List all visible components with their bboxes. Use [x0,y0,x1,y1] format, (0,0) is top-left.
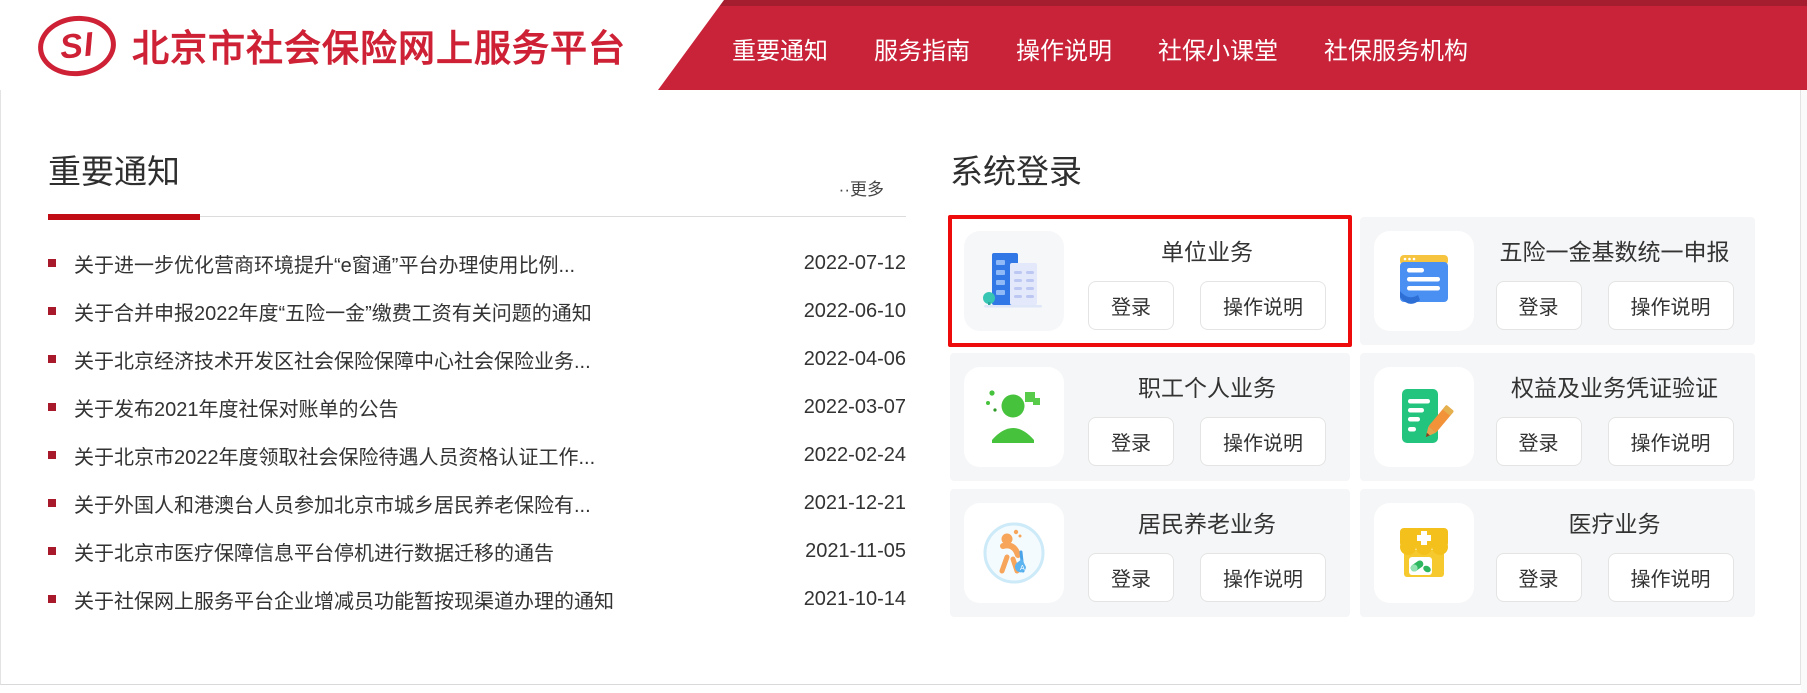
operation-manual-button[interactable]: 操作说明 [1608,417,1734,466]
login-section: 系统登录 单位业务登录操作说明 五险一金基数统一申报登录操作说明 职工个人业务登… [950,140,1755,617]
notices-title-underline [48,214,200,220]
login-button[interactable]: 登录 [1496,553,1582,602]
notice-text[interactable]: 关于北京经济技术开发区社会保险保障中心社会保险业务... [74,345,776,374]
person-icon [964,367,1064,467]
more-link[interactable]: ··更多 [839,175,884,200]
card-title: 单位业务 [1161,233,1253,267]
operation-manual-button[interactable]: 操作说明 [1200,417,1326,466]
login-button[interactable]: 登录 [1088,417,1174,466]
card-title: 权益及业务凭证验证 [1511,369,1718,403]
notice-date: 2022-03-07 [776,396,906,419]
card-buttons: 登录操作说明 [1088,417,1326,466]
login-cards: 单位业务登录操作说明 五险一金基数统一申报登录操作说明 职工个人业务登录操作说明… [950,217,1755,617]
card-title: 医疗业务 [1569,505,1661,539]
notices-section: 重要通知 ··更多 关于进一步优化营商环境提升“e窗通”平台办理使用比例...2… [48,140,906,623]
card-body: 职工个人业务登录操作说明 [1064,369,1350,466]
notices-title: 重要通知 [48,140,906,193]
card-buttons: 登录操作说明 [1088,281,1326,330]
notice-text[interactable]: 关于发布2021年度社保对账单的公告 [74,393,776,422]
login-card-medical-business: 医疗业务登录操作说明 [1360,489,1755,617]
login-button[interactable]: 登录 [1088,281,1174,330]
login-section-header: 系统登录 [950,140,1755,217]
card-buttons: 登录操作说明 [1088,553,1326,602]
notice-date: 2022-02-24 [776,444,906,467]
notices-section-header: 重要通知 ··更多 [48,140,906,217]
nav-item-important-notices[interactable]: 重要通知 [732,31,828,66]
login-card-employee-personal-business: 职工个人业务登录操作说明 [950,353,1350,481]
document-pencil-icon [1374,367,1474,467]
card-buttons: 登录操作说明 [1496,553,1734,602]
pharmacy-icon [1374,503,1474,603]
scrollbar[interactable] [1801,90,1807,693]
scroll-document-icon [1374,231,1474,331]
card-body: 单位业务登录操作说明 [1064,233,1350,330]
buildings-icon [964,231,1064,331]
login-button[interactable]: 登录 [1088,553,1174,602]
notice-item[interactable]: 关于发布2021年度社保对账单的公告2022-03-07 [48,383,906,431]
card-body: 医疗业务登录操作说明 [1474,505,1755,602]
operation-manual-button[interactable]: 操作说明 [1200,281,1326,330]
notice-date: 2022-07-12 [776,252,906,275]
nav-item-service-guide[interactable]: 服务指南 [874,31,970,66]
notice-text[interactable]: 关于北京市医疗保障信息平台停机进行数据迁移的通告 [74,537,776,566]
bullet-icon [48,403,56,411]
login-card-five-insurance-base-declaration: 五险一金基数统一申报登录操作说明 [1360,217,1755,345]
notice-date: 2021-12-21 [776,492,906,515]
operation-manual-button[interactable]: 操作说明 [1608,281,1734,330]
main-nav: 重要通知 服务指南 操作说明 社保小课堂 社保服务机构 [732,6,1468,90]
notice-text[interactable]: 关于进一步优化营商环境提升“e窗通”平台办理使用比例... [74,249,776,278]
nav-item-operation-instructions[interactable]: 操作说明 [1016,31,1112,66]
bullet-icon [48,355,56,363]
notice-item[interactable]: 关于北京市2022年度领取社会保险待遇人员资格认证工作...2022-02-24 [48,431,906,479]
logo-area: SI 北京市社会保险网上服务平台 [0,0,730,90]
notice-text[interactable]: 关于外国人和港澳台人员参加北京市城乡居民养老保险有... [74,489,776,518]
svg-text:A: A [1020,565,1025,572]
notice-text[interactable]: 关于北京市2022年度领取社会保险待遇人员资格认证工作... [74,441,776,470]
notice-text[interactable]: 关于社保网上服务平台企业增减员功能暂按现渠道办理的通知 [74,585,776,614]
card-body: 权益及业务凭证验证登录操作说明 [1474,369,1755,466]
login-button[interactable]: 登录 [1496,417,1582,466]
bullet-icon [48,547,56,555]
bullet-icon [48,451,56,459]
header: 重要通知 服务指南 操作说明 社保小课堂 社保服务机构 SI 北京市社会保险网上服务平台 [0,0,1807,90]
bullet-icon [48,499,56,507]
bullet-icon [48,259,56,267]
login-card-unit-business: 单位业务登录操作说明 [950,217,1350,345]
notice-item[interactable]: 关于进一步优化营商环境提升“e窗通”平台办理使用比例...2022-07-12 [48,239,906,287]
elder-person-icon: A [964,503,1064,603]
notice-date: 2022-04-06 [776,348,906,371]
card-title: 职工个人业务 [1138,369,1276,403]
notice-item[interactable]: 关于合并申报2022年度“五险一金”缴费工资有关问题的通知2022-06-10 [48,287,906,335]
site-title: 北京市社会保险网上服务平台 [132,0,626,90]
operation-manual-button[interactable]: 操作说明 [1608,553,1734,602]
notice-item[interactable]: 关于北京市医疗保障信息平台停机进行数据迁移的通告2021-11-05 [48,527,906,575]
notice-item[interactable]: 关于北京经济技术开发区社会保险保障中心社会保险业务...2022-04-06 [48,335,906,383]
login-card-certificate-verification: 权益及业务凭证验证登录操作说明 [1360,353,1755,481]
notice-item[interactable]: 关于外国人和港澳台人员参加北京市城乡居民养老保险有...2021-12-21 [48,479,906,527]
notice-date: 2022-06-10 [776,300,906,323]
nav-item-social-security-classroom[interactable]: 社保小课堂 [1158,31,1278,66]
operation-manual-button[interactable]: 操作说明 [1200,553,1326,602]
login-card-resident-pension-business: A 居民养老业务登录操作说明 [950,489,1350,617]
notice-item[interactable]: 关于社保网上服务平台企业增减员功能暂按现渠道办理的通知2021-10-14 [48,575,906,623]
notice-text[interactable]: 关于合并申报2022年度“五险一金”缴费工资有关问题的通知 [74,297,776,326]
bullet-icon [48,307,56,315]
card-title: 居民养老业务 [1138,505,1276,539]
card-title: 五险一金基数统一申报 [1500,233,1730,267]
notice-date: 2021-10-14 [776,588,906,611]
notice-list: 关于进一步优化营商环境提升“e窗通”平台办理使用比例...2022-07-12关… [48,239,906,623]
card-buttons: 登录操作说明 [1496,281,1734,330]
page: 重要通知服务指南操作说明社保小课堂社保服务机构 SI 北京市社会保险网上服务平台… [0,0,1807,693]
site-logo-text: SI [58,25,96,67]
card-body: 五险一金基数统一申报登录操作说明 [1474,233,1755,330]
card-buttons: 登录操作说明 [1496,417,1734,466]
login-title: 系统登录 [950,140,1755,193]
card-body: 居民养老业务登录操作说明 [1064,505,1350,602]
login-button[interactable]: 登录 [1496,281,1582,330]
notice-date: 2021-11-05 [776,540,906,563]
nav-item-service-agencies[interactable]: 社保服务机构 [1324,31,1468,66]
site-logo-icon[interactable]: SI [35,12,119,80]
bullet-icon [48,595,56,603]
